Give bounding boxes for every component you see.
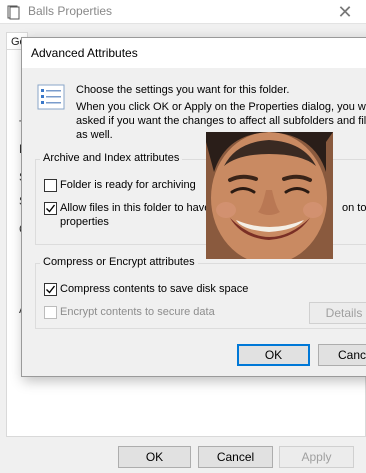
properties-cancel-button[interactable]: Cancel	[198, 446, 273, 468]
intro-text-line: Choose the settings you want for this fo…	[76, 84, 290, 96]
face-photo-overlay	[206, 132, 333, 259]
checkmark-icon	[46, 204, 56, 213]
intro-text-line: asked if you want the changes to affect …	[76, 115, 366, 127]
compress-group-label: Compress or Encrypt attributes	[40, 256, 198, 268]
details-button[interactable]: Details	[309, 302, 366, 324]
index-checkbox[interactable]	[44, 202, 57, 215]
compress-label: Compress contents to save disk space	[60, 283, 249, 295]
index-label-tail: on to f	[342, 202, 366, 214]
index-label-line2: properties	[60, 216, 109, 228]
checkmark-icon	[46, 285, 56, 294]
intro-text-line: as well.	[76, 129, 113, 141]
encrypt-label: Encrypt contents to secure data	[60, 306, 215, 318]
archiving-checkbox[interactable]	[44, 179, 57, 192]
folder-icon	[6, 4, 22, 20]
compress-checkbox[interactable]	[44, 283, 57, 296]
dialog-title: Advanced Attributes	[31, 46, 138, 60]
dialog-cancel-button[interactable]: Cance	[318, 344, 366, 366]
properties-apply-button[interactable]: Apply	[279, 446, 354, 468]
properties-title: Balls Properties	[28, 4, 113, 18]
dialog-titlebar: Advanced Attributes	[22, 38, 366, 68]
smiling-face-icon	[206, 132, 333, 259]
intro-text-line: When you click OK or Apply on the Proper…	[76, 101, 366, 113]
encrypt-checkbox[interactable]	[44, 306, 57, 319]
index-label: Allow files in this folder to have	[60, 202, 211, 214]
settings-list-icon	[37, 84, 65, 110]
properties-ok-button[interactable]: OK	[118, 446, 191, 468]
properties-titlebar: Balls Properties ✕	[0, 0, 366, 24]
close-icon[interactable]: ✕	[334, 1, 356, 23]
archive-group-label: Archive and Index attributes	[40, 152, 183, 164]
archiving-label: Folder is ready for archiving	[60, 179, 196, 191]
dialog-ok-button[interactable]: OK	[237, 344, 310, 366]
